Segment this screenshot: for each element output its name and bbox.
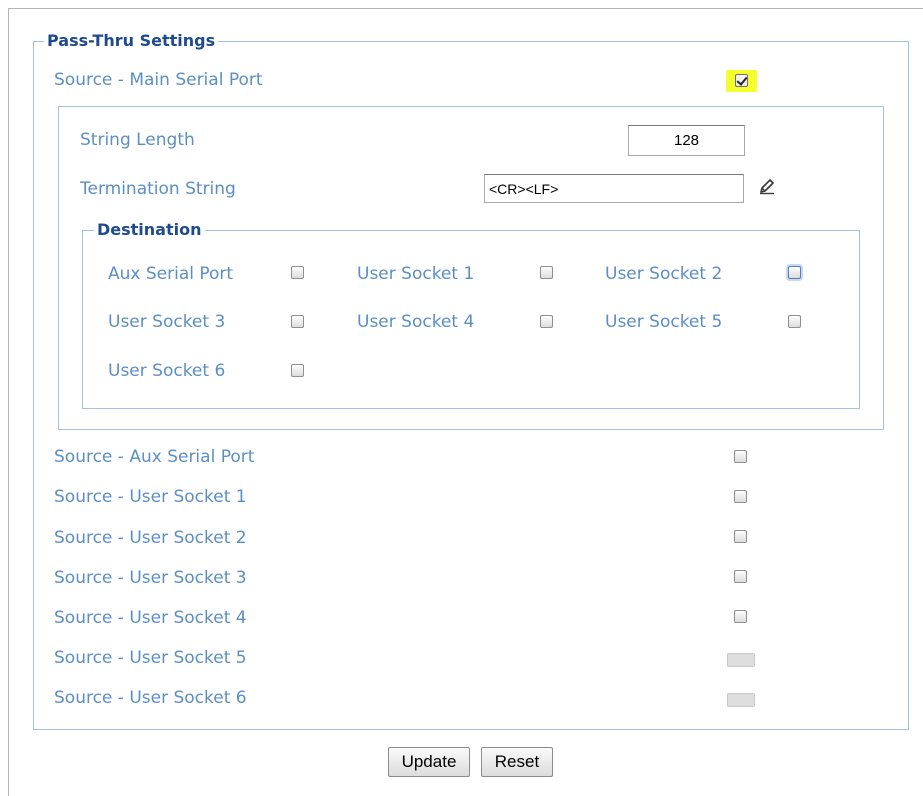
source-label-user-socket-1: Source - User Socket 1 — [54, 487, 247, 507]
destination-checkbox-user-socket-4[interactable] — [540, 315, 553, 328]
destination-label-user-socket-2: User Socket 2 — [605, 264, 723, 284]
pass-thru-settings-title: Pass-Thru Settings — [44, 31, 219, 51]
source-label-user-socket-3: Source - User Socket 3 — [54, 568, 247, 588]
destination-checkbox-user-socket-5[interactable] — [788, 315, 801, 328]
destination-checkbox-user-socket-6[interactable] — [291, 364, 304, 377]
destination-checkbox-aux-serial-port[interactable] — [291, 266, 304, 279]
source-label-aux-serial-port: Source - Aux Serial Port — [54, 447, 255, 467]
destination-checkbox-user-socket-2[interactable] — [788, 266, 801, 279]
source-label-user-socket-6: Source - User Socket 6 — [54, 688, 247, 708]
destination-label-user-socket-1: User Socket 1 — [357, 264, 475, 284]
source-checkbox-user-socket-4[interactable] — [734, 610, 747, 623]
source-label-user-socket-2: Source - User Socket 2 — [54, 528, 247, 548]
source-label-user-socket-4: Source - User Socket 4 — [54, 608, 247, 628]
source-checkbox-aux-serial-port[interactable] — [734, 450, 747, 463]
termination-string-label: Termination String — [80, 179, 236, 199]
source-checkbox-user-socket-2[interactable] — [734, 530, 747, 543]
source-label-user-socket-5: Source - User Socket 5 — [54, 648, 247, 668]
update-button[interactable]: Update — [388, 747, 470, 777]
destination-label-aux-serial-port: Aux Serial Port — [108, 264, 234, 284]
destination-label-user-socket-4: User Socket 4 — [357, 312, 475, 332]
destination-label-user-socket-6: User Socket 6 — [108, 361, 226, 381]
source-checkbox-user-socket-3[interactable] — [734, 570, 747, 583]
string-length-input[interactable] — [628, 125, 745, 156]
destination-label-user-socket-3: User Socket 3 — [108, 312, 226, 332]
destination-checkbox-user-socket-1[interactable] — [540, 266, 553, 279]
source-main-serial-port-checkbox[interactable] — [735, 74, 748, 87]
destination-checkbox-user-socket-3[interactable] — [291, 315, 304, 328]
reset-button[interactable]: Reset — [481, 747, 553, 777]
destination-title: Destination — [94, 220, 205, 240]
source-checkbox-user-socket-5-disabled — [727, 653, 755, 667]
source-main-serial-port-label: Source - Main Serial Port — [54, 70, 263, 90]
termination-string-input[interactable] — [484, 174, 744, 203]
pencil-icon[interactable] — [757, 176, 777, 196]
source-checkbox-user-socket-6-disabled — [727, 693, 755, 707]
destination-label-user-socket-5: User Socket 5 — [605, 312, 723, 332]
string-length-label: String Length — [80, 130, 195, 150]
source-checkbox-user-socket-1[interactable] — [734, 490, 747, 503]
